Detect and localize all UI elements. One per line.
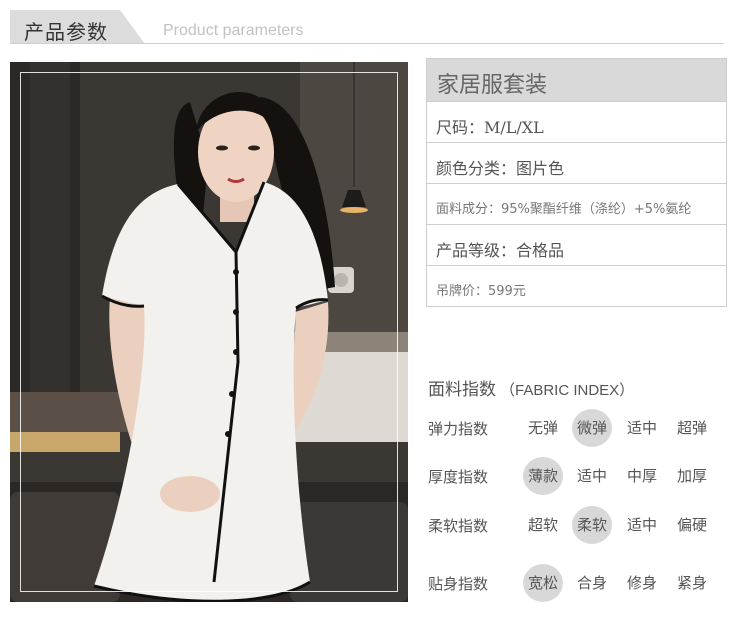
fabric-title-en: （FABRIC INDEX） [500,382,635,399]
fabric-option: 加厚 [676,467,707,485]
fabric-option: 超软 [527,516,558,534]
fabric-option-selected: 微弹 [572,409,612,447]
price-row: 吊牌价：599元 [427,265,726,306]
fabric-row-elasticity: 弹力指数 无弹 微弹 适中 超弹 [428,407,728,449]
size-row: 尺码：M/L/XL [427,101,726,142]
fabric-option: 超弹 [676,419,707,437]
fabric-option: 适中 [626,419,657,437]
parameter-table: 家居服套装 尺码：M/L/XL 颜色分类：图片色 面料成分：95%聚酯纤维（涤纶… [426,58,727,307]
color-row: 颜色分类：图片色 [427,142,726,183]
fabric-row-label: 弹力指数 [428,420,489,438]
grade-row: 产品等级：合格品 [427,224,726,265]
fabric-title-cn: 面料指数 [428,380,496,400]
fabric-option: 适中 [576,467,607,485]
fabric-option: 偏硬 [676,516,707,534]
fabric-option: 合身 [576,574,607,592]
fabric-row-thickness: 厚度指数 薄款 适中 中厚 加厚 [428,455,728,497]
section-subtitle: Product parameters [163,22,304,39]
fabric-option-selected: 宽松 [523,564,563,602]
fabric-row-softness: 柔软指数 超软 柔软 适中 偏硬 [428,504,728,546]
fabric-option: 紧身 [676,574,707,592]
section-header: 产品参数 Product parameters [0,0,750,48]
fabric-row-label: 厚度指数 [428,468,489,486]
product-name: 家居服套装 [427,59,726,101]
fabric-option: 无弹 [527,419,558,437]
photo-frame [20,72,398,592]
fabric-index-title: 面料指数 （FABRIC INDEX） [428,375,634,400]
fabric-option: 中厚 [626,467,657,485]
fabric-row-fit: 贴身指数 宽松 合身 修身 紧身 [428,562,728,604]
fabric-row-label: 贴身指数 [428,575,489,593]
fabric-option-selected: 薄款 [523,457,563,495]
fabric-row-label: 柔软指数 [428,517,489,535]
material-row: 面料成分：95%聚酯纤维（涤纶）+5%氨纶 [427,183,726,224]
fabric-option: 适中 [626,516,657,534]
product-photo [10,62,408,602]
fabric-option-selected: 柔软 [572,506,612,544]
fabric-option: 修身 [626,574,657,592]
header-divider [10,43,724,44]
section-title: 产品参数 [24,20,108,44]
